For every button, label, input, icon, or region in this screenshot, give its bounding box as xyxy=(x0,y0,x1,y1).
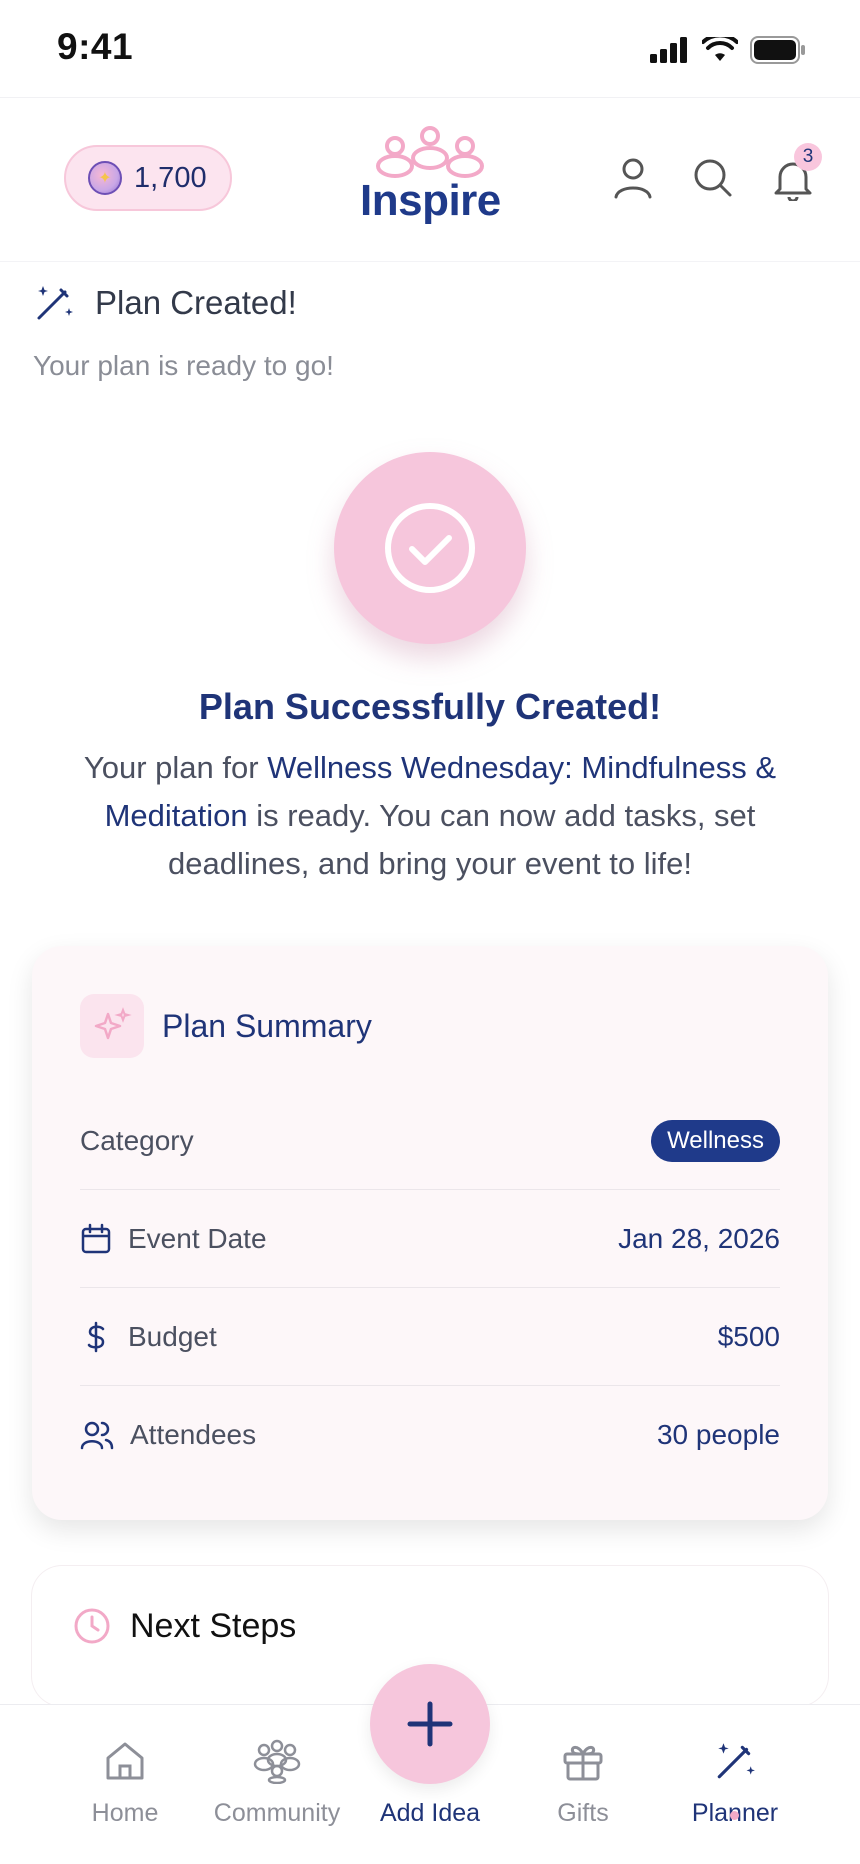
points-pill[interactable]: ✦ 1,700 xyxy=(64,145,232,211)
points-value: 1,700 xyxy=(134,161,207,194)
gift-icon xyxy=(563,1745,603,1781)
magic-wand-icon xyxy=(717,1743,755,1779)
nav-item-gifts[interactable]: Gifts xyxy=(503,1733,663,1828)
app-header: ✦ 1,700 Inspire 3 xyxy=(0,98,860,262)
logo-people-icon xyxy=(376,126,484,178)
users-icon xyxy=(80,1421,114,1450)
nav-item-planner[interactable]: Planner xyxy=(655,1733,815,1828)
page-title: Plan Created! xyxy=(95,284,297,321)
page-subtitle: Your plan is ready to go! xyxy=(33,350,334,381)
success-message: Your plan for Wellness Wednesday: Mindfu… xyxy=(40,744,820,888)
next-steps-header: Next Steps xyxy=(72,1606,296,1646)
summary-row-budget: Budget $500 xyxy=(80,1288,780,1386)
plus-icon xyxy=(407,1701,453,1747)
dollar-icon xyxy=(87,1321,105,1352)
community-icon xyxy=(253,1739,301,1784)
nav-item-home[interactable]: Home xyxy=(45,1733,205,1828)
summary-row-left: Category xyxy=(80,1125,194,1157)
status-time: 9:41 xyxy=(57,26,134,67)
budget-value: $500 xyxy=(717,1320,780,1352)
summary-row-event-date: Event Date Jan 28, 2026 xyxy=(80,1190,780,1288)
success-body-suffix: is ready. You can now add tasks, set dea… xyxy=(168,798,756,881)
profile-button[interactable] xyxy=(610,155,656,201)
plan-summary-card: Plan Summary Category Wellness Event Dat… xyxy=(32,946,828,1520)
sparkles-icon-box xyxy=(80,994,144,1058)
home-icon xyxy=(106,1742,144,1780)
search-button[interactable] xyxy=(690,155,736,201)
success-badge xyxy=(334,452,526,644)
cellular-signal-icon xyxy=(650,37,687,63)
add-idea-button[interactable] xyxy=(370,1664,490,1784)
notification-badge: 3 xyxy=(794,143,822,171)
sparkles-icon xyxy=(94,1007,132,1040)
status-icons xyxy=(650,36,806,64)
summary-row-left: Attendees xyxy=(80,1419,256,1451)
nav-item-community[interactable]: Community xyxy=(197,1733,357,1828)
points-coin-icon: ✦ xyxy=(88,161,122,195)
next-steps-title: Next Steps xyxy=(130,1606,297,1645)
summary-row-attendees: Attendees 30 people xyxy=(80,1386,780,1484)
logo-text: Inspire xyxy=(360,176,501,225)
attendees-value: 30 people xyxy=(656,1419,780,1450)
nav-label-add-idea: Add Idea xyxy=(379,1799,481,1827)
wifi-icon xyxy=(702,37,738,61)
summary-row-left: Event Date xyxy=(80,1223,267,1255)
battery-icon xyxy=(750,36,805,64)
nav-icon-wrap xyxy=(503,1733,663,1789)
nav-icon-wrap xyxy=(197,1733,357,1789)
section-header: Plan Created! xyxy=(33,282,297,324)
event-date-label: Event Date xyxy=(128,1222,267,1254)
nav-label-gifts: Gifts xyxy=(557,1799,609,1827)
magic-wand-icon xyxy=(37,286,73,320)
plan-summary-title: Plan Summary xyxy=(162,1007,372,1044)
nav-label-home: Home xyxy=(91,1799,159,1827)
nav-icon-wrap xyxy=(655,1733,815,1789)
clock-icon xyxy=(74,1608,110,1644)
search-icon xyxy=(694,159,732,197)
success-body-prefix: Your plan for xyxy=(83,750,268,785)
attendees-label: Attendees xyxy=(130,1419,257,1450)
user-icon xyxy=(614,158,652,199)
app-logo[interactable]: Inspire xyxy=(360,124,501,244)
calendar-icon xyxy=(81,1223,111,1253)
notifications-button[interactable]: 3 xyxy=(770,143,822,203)
summary-row-category: Category Wellness xyxy=(80,1092,780,1190)
plan-summary-header: Plan Summary xyxy=(80,994,372,1058)
check-circle-icon xyxy=(385,503,475,593)
category-label: Category xyxy=(80,1124,194,1156)
nav-icon-wrap xyxy=(45,1733,205,1789)
nav-label-community: Community xyxy=(213,1799,341,1827)
success-title: Plan Successfully Created! xyxy=(198,686,662,727)
active-indicator-dot xyxy=(730,1811,739,1820)
status-bar: 9:41 xyxy=(0,0,860,98)
summary-row-left: Budget xyxy=(80,1321,217,1353)
budget-label: Budget xyxy=(128,1320,217,1352)
event-date-value: Jan 28, 2026 xyxy=(618,1222,780,1254)
category-badge: Wellness xyxy=(651,1119,780,1162)
